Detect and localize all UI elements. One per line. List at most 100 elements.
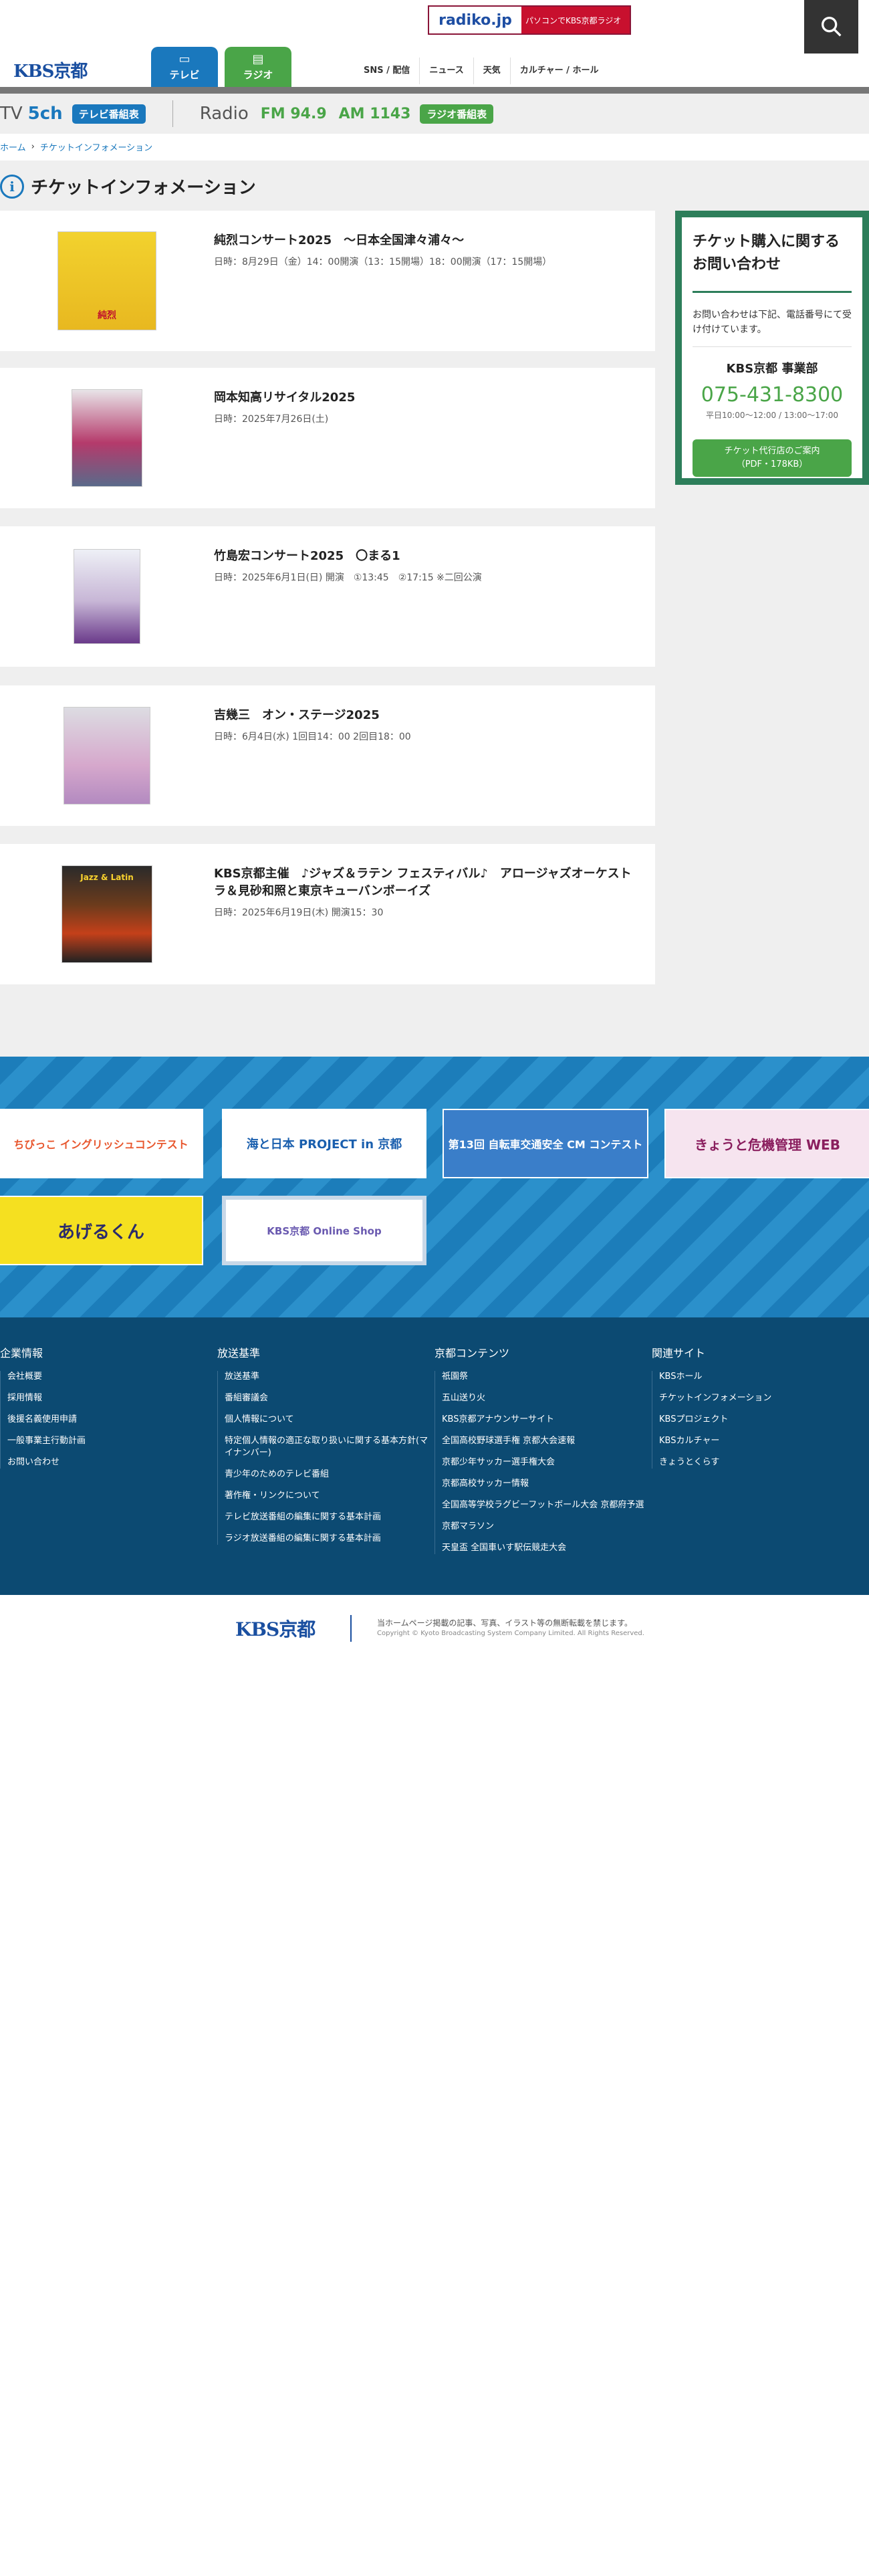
bicycle-cm-contest-banner[interactable]: 第13回 自転車交通安全 CM コンテスト [443, 1109, 648, 1178]
footer-link[interactable]: KBSカルチャー [659, 1435, 869, 1447]
event-title: 吉幾三 オン・ステージ2025 [214, 708, 380, 722]
footer-link[interactable]: 五山送り火 [442, 1392, 652, 1404]
breadcrumb: ホーム › チケットインフォメーション [0, 140, 152, 153]
footer-note: 当ホームページ掲載の記事、写真、イラスト等の無断転載を禁じます。 Copyrig… [377, 1618, 644, 1639]
event-thumbnail [0, 368, 214, 508]
kyoto-crisis-management-banner[interactable]: きょうと危機管理 WEB [664, 1109, 869, 1178]
site-footer: 企業情報 会社概要 採用情報 後援名義使用申請 一般事業主行動計画 お問い合わせ… [0, 1317, 869, 1595]
event-title: 純烈コンサート2025 ～日本全国津々浦々～ [214, 233, 465, 247]
channel-separator [172, 100, 173, 127]
event-card[interactable]: 岡本知高リサイタル2025 日時：2025年7月26日(土) [0, 368, 655, 508]
nav-sns[interactable]: SNS / 配信 [354, 58, 419, 84]
footer-link[interactable]: 青少年のためのテレビ番組 [225, 1469, 434, 1481]
footer-link[interactable]: KBS京都アナウンサーサイト [442, 1414, 652, 1426]
footer-link[interactable]: 放送基準 [225, 1371, 434, 1383]
inquiry-org: KBS京都 事業部 [726, 362, 818, 376]
footer-column-related: 関連サイト KBSホール チケットインフォメーション KBSプロジェクト KBS… [652, 1344, 869, 1478]
footer-copyright: Copyright © Kyoto Broadcasting System Co… [377, 1630, 644, 1637]
footer-link[interactable]: テレビ放送番組の編集に関する基本計画 [225, 1511, 434, 1523]
footer-link[interactable]: 番組審議会 [225, 1392, 434, 1404]
footer-link[interactable]: 全国高校野球選手権 京都大会速報 [442, 1435, 652, 1447]
footer-link[interactable]: お問い合わせ [7, 1457, 217, 1469]
breadcrumb-home[interactable]: ホーム [0, 140, 26, 153]
footer-link[interactable]: 祇園祭 [442, 1371, 652, 1383]
site-header: radiko.jp パソコンでKBS京都ラジオ KBS京都 ▭ テレビ ▤ ラジ… [0, 0, 869, 88]
footer-link[interactable]: ラジオ放送番組の編集に関する基本計画 [225, 1533, 434, 1545]
chevron-right-icon: › [31, 142, 35, 152]
event-thumbnail [0, 526, 214, 667]
umi-to-nippon-banner[interactable]: 海と日本 PROJECT in 京都 [222, 1109, 426, 1178]
agerukun-banner[interactable]: あげるくん [0, 1196, 203, 1265]
radiko-banner[interactable]: radiko.jp パソコンでKBS京都ラジオ [428, 5, 631, 35]
event-thumbnail: Jazz & Latin [0, 844, 214, 984]
tab-radio[interactable]: ▤ ラジオ [225, 47, 291, 88]
kbs-logo[interactable]: KBS京都 [13, 58, 88, 82]
nav-weather[interactable]: 天気 [473, 58, 510, 84]
footer-heading: 京都コンテンツ [434, 1347, 510, 1360]
search-button[interactable] [804, 0, 858, 53]
ticket-agency-pdf-button[interactable]: チケット代行店のご案内 （PDF・178KB） [693, 439, 852, 477]
event-title: 岡本知高リサイタル2025 [214, 391, 356, 405]
footer-disclaimer: 当ホームページ掲載の記事、写真、イラスト等の無断転載を禁じます。 [377, 1618, 632, 1628]
event-date: 日時：8月29日（金）14：00開演（13：15開場）18：00開演（17：15… [214, 257, 552, 267]
footer-link[interactable]: KBSホール [659, 1371, 869, 1383]
tab-tv-label: テレビ [169, 69, 200, 81]
event-date: 日時：2025年6月19日(木) 開演15：30 [214, 907, 384, 918]
page-title: i チケットインフォメーション [0, 174, 256, 199]
footer-link[interactable]: 著作権・リンクについて [225, 1490, 434, 1502]
top-nav: SNS / 配信 ニュース 天気 カルチャー / ホール [354, 58, 608, 84]
nav-culture[interactable]: カルチャー / ホール [509, 58, 608, 84]
event-card[interactable]: 吉幾三 オン・ステージ2025 日時：6月4日(水) 1回目14：00 2回目1… [0, 685, 655, 826]
event-card[interactable]: Jazz & Latin KBS京都主催 ♪ジャズ＆ラテン フェスティバル♪ ア… [0, 844, 655, 984]
footer-link[interactable]: 天皇盃 全国車いす駅伝競走大会 [442, 1542, 652, 1554]
event-thumbnail: 純烈 [0, 211, 214, 351]
footer-heading: 企業情報 [0, 1347, 43, 1360]
footer-link[interactable]: きょうとくらす [659, 1457, 869, 1469]
footer-link[interactable]: KBSプロジェクト [659, 1414, 869, 1426]
inquiry-text: お問い合わせは下記、電話番号にて受け付けています。 [693, 310, 852, 335]
footer-link[interactable]: 全国高等学校ラグビーフットボール大会 京都府予選 [442, 1499, 652, 1511]
footer-link[interactable]: 会社概要 [7, 1371, 217, 1383]
info-icon: i [0, 174, 24, 199]
radio-icon: ▤ [252, 52, 264, 66]
header-divider [0, 87, 869, 94]
search-icon [821, 17, 842, 37]
radio-label: Radio [199, 104, 249, 124]
footer-link[interactable]: チケットインフォメーション [659, 1392, 869, 1404]
event-date: 日時：2025年7月26日(土) [214, 414, 329, 425]
event-card[interactable]: 純烈 純烈コンサート2025 ～日本全国津々浦々～ 日時：8月29日（金）14：… [0, 211, 655, 351]
footer-link[interactable]: 個人情報について [225, 1414, 434, 1426]
channel-bar: TV 5ch テレビ番組表 Radio FM 94.9 AM 1143 ラジオ番… [0, 94, 869, 134]
event-card[interactable]: 竹島宏コンサート2025 〇まる1 日時：2025年6月1日(日) 開演 ①13… [0, 526, 655, 667]
footer-link[interactable]: 京都マラソン [442, 1521, 652, 1533]
radio-guide-button[interactable]: ラジオ番組表 [420, 104, 494, 124]
footer-link[interactable]: 一般事業主行動計画 [7, 1435, 217, 1447]
tv-guide-button[interactable]: テレビ番組表 [72, 104, 146, 124]
footer-link[interactable]: 特定個人情報の適正な取り扱いに関する基本方針(マイナンバー) [225, 1435, 434, 1459]
footer-heading: 関連サイト [652, 1347, 706, 1360]
page-title-text: チケットインフォメーション [31, 178, 256, 198]
ticket-inquiry-inner: チケット購入に関するお問い合わせ お問い合わせは下記、電話番号にて受け付けていま… [682, 217, 862, 478]
nav-news[interactable]: ニュース [419, 58, 473, 84]
footer-link[interactable]: 京都高校サッカー情報 [442, 1478, 652, 1490]
fm-frequency: FM 94.9 [260, 105, 327, 122]
footer-column-broadcast: 放送基準 放送基準 番組審議会 個人情報について 特定個人情報の適正な取り扱いに… [217, 1344, 434, 1554]
footer-link[interactable]: 京都少年サッカー選手権大会 [442, 1457, 652, 1469]
radiko-text: パソコンでKBS京都ラジオ [525, 15, 622, 25]
tab-tv[interactable]: ▭ テレビ [151, 47, 218, 88]
footer-column-kyoto: 京都コンテンツ 祇園祭 五山送り火 KBS京都アナウンサーサイト 全国高校野球選… [434, 1344, 652, 1564]
inquiry-heading: チケット購入に関するお問い合わせ [693, 233, 840, 273]
banner-area: ちびっこ イングリッシュコンテスト 海と日本 PROJECT in 京都 第13… [0, 1057, 869, 1317]
tv-icon: ▭ [178, 52, 191, 66]
footer-logo[interactable]: KBS京都 [235, 1615, 316, 1642]
footer-bottom: KBS京都 当ホームページ掲載の記事、写真、イラスト等の無断転載を禁じます。 C… [0, 1595, 869, 1669]
online-shop-banner[interactable]: KBS京都 Online Shop [222, 1196, 426, 1265]
breadcrumb-current: チケットインフォメーション [39, 143, 153, 153]
footer-column-company: 企業情報 会社概要 採用情報 後援名義使用申請 一般事業主行動計画 お問い合わせ [0, 1344, 217, 1478]
footer-link[interactable]: 後援名義使用申請 [7, 1414, 217, 1426]
inquiry-hours: 平日10:00〜12:00 / 13:00〜17:00 [705, 411, 838, 420]
inquiry-phone[interactable]: 075-431-8300 [693, 383, 852, 407]
footer-link[interactable]: 採用情報 [7, 1392, 217, 1404]
english-contest-banner[interactable]: ちびっこ イングリッシュコンテスト [0, 1109, 203, 1178]
radiko-logo: radiko.jp [429, 7, 521, 33]
